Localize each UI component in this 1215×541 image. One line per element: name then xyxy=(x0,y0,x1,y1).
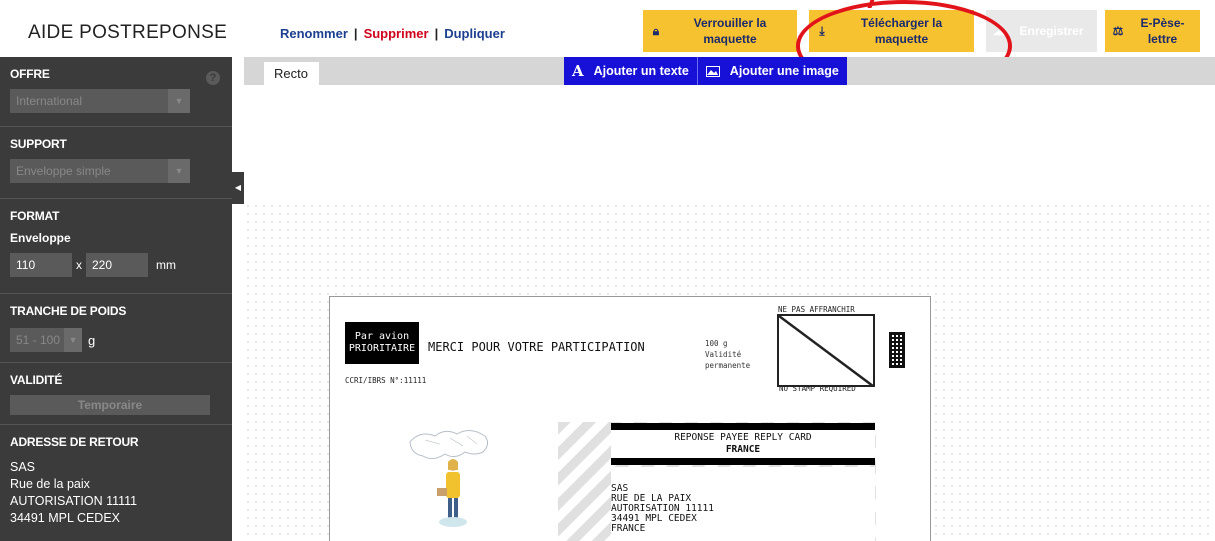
save-label: Enregistrer xyxy=(1019,24,1084,38)
image-icon xyxy=(705,65,720,77)
address-line: FRANCE xyxy=(611,523,646,534)
support-value: Enveloppe simple xyxy=(16,164,111,178)
height-input[interactable]: 220 xyxy=(86,253,148,277)
rename-link[interactable]: Renommer xyxy=(280,26,348,41)
text-icon: A xyxy=(572,62,584,80)
address-line: Rue de la paix xyxy=(10,477,90,491)
info-line: 100 g xyxy=(705,339,728,348)
format-section: FORMAT Enveloppe 110 x 220 mm xyxy=(0,199,232,294)
document-actions: Renommer | Supprimer | Dupliquer xyxy=(280,26,505,41)
chevron-down-icon: ▼ xyxy=(168,89,190,113)
editor-tab-bar: Recto A Ajouter un texte Ajouter une ima… xyxy=(244,57,1215,85)
weight-section: TRANCHE DE POIDS 51 - 100 ▼ g xyxy=(0,294,232,363)
no-stamp-box xyxy=(777,314,875,387)
no-stamp-bottom-text: NO STAMP REQUIRED xyxy=(779,384,856,393)
weight-value: 51 - 100 xyxy=(16,333,61,347)
reply-country: FRANCE xyxy=(725,444,761,455)
reply-bar-top xyxy=(611,423,875,430)
editor-toolbar: A Ajouter un texte Ajouter une image xyxy=(564,57,847,85)
offer-title: OFFRE xyxy=(10,67,50,81)
app-title: AIDE POSTREPONSE xyxy=(28,22,228,43)
validity-button[interactable]: Temporaire xyxy=(10,395,210,415)
card-message[interactable]: MERCI POUR VOTRE PARTICIPATION xyxy=(428,340,645,354)
diagonal-line-icon xyxy=(779,316,873,385)
address-line: AUTORISATION 11111 xyxy=(10,494,138,508)
add-text-button[interactable]: A Ajouter un texte xyxy=(564,57,697,85)
add-image-button[interactable]: Ajouter une image xyxy=(696,57,847,85)
no-stamp-top-text: NE PAS AFFRANCHIR xyxy=(778,305,855,314)
support-title: SUPPORT xyxy=(10,137,67,151)
add-text-label: Ajouter un texte xyxy=(593,64,689,78)
format-type: Enveloppe xyxy=(10,231,71,245)
reply-card-preview[interactable]: Par avion PRIORITAIRE MERCI POUR VOTRE P… xyxy=(329,296,931,541)
return-address-text: SAS Rue de la paix AUTORISATION 11111 34… xyxy=(10,459,222,527)
airmail-label: Par avion PRIORITAIRE xyxy=(345,322,419,364)
address-line: 34491 MPL CEDEX xyxy=(10,511,121,525)
app-root: AIDE POSTREPONSE Renommer | Supprimer | Dupl… xyxy=(0,0,1215,541)
settings-sidebar: OFFRE ? International ▼ SUPPORT Envelopp… xyxy=(0,57,232,541)
weight-row: 51 - 100 ▼ g xyxy=(10,328,222,352)
weight-validity-info: 100 g Validité permanente xyxy=(705,338,750,371)
validity-section: VALIDITÉ Temporaire xyxy=(0,363,232,425)
support-select[interactable]: Enveloppe simple ▼ xyxy=(10,159,190,183)
return-address-title: ADRESSE DE RETOUR xyxy=(10,435,139,449)
e-pese-lettre-button[interactable]: ⚖ E-Pèse-lettre xyxy=(1105,10,1200,52)
info-line: Validité xyxy=(705,350,742,359)
ccri-number: CCRI/IBRS N°:11111 xyxy=(345,376,427,385)
weight-select[interactable]: 51 - 100 ▼ xyxy=(10,328,82,352)
width-input[interactable]: 110 xyxy=(10,253,72,277)
support-section: SUPPORT Enveloppe simple ▼ xyxy=(0,127,232,199)
top-bar: AIDE POSTREPONSE Renommer | Supprimer | Dupl… xyxy=(0,0,1215,92)
lock-layout-label: Verrouiller la maquette xyxy=(693,16,767,46)
traveler-illustration-icon xyxy=(409,430,489,527)
dimensions-row: 110 x 220 mm xyxy=(10,253,222,277)
separator: | xyxy=(434,26,439,41)
offer-select[interactable]: International ▼ xyxy=(10,89,190,113)
tab-recto[interactable]: Recto xyxy=(264,62,319,85)
lock-layout-button[interactable]: 🔒︎ Verrouiller la maquette xyxy=(643,10,797,52)
collapse-sidebar-button[interactable]: ◀ xyxy=(232,172,244,204)
lock-icon: 🔒︎ xyxy=(652,23,660,38)
weight-title: TRANCHE DE POIDS xyxy=(10,304,127,318)
duplicate-link[interactable]: Dupliquer xyxy=(444,26,505,41)
image-glyph xyxy=(706,69,718,75)
chevron-down-icon: ▼ xyxy=(168,159,190,183)
recipient-address[interactable]: SAS RUE DE LA PAIX AUTORISATION 11111 34… xyxy=(611,467,875,541)
info-line: permanente xyxy=(705,361,751,370)
validity-title: VALIDITÉ xyxy=(10,373,63,387)
reply-title-block: REPONSE PAYEE REPLY CARD FRANCE xyxy=(611,430,875,458)
canvas-blank-area xyxy=(244,85,1215,202)
offer-value: International xyxy=(16,94,83,108)
times-sign: x xyxy=(76,258,82,272)
weight-unit: g xyxy=(88,332,96,348)
address-line: 34491 MPL CEDEX xyxy=(611,513,697,524)
reply-bar-bottom xyxy=(611,458,875,465)
airmail-line: Par avion xyxy=(354,331,410,342)
offer-section: OFFRE ? International ▼ xyxy=(0,57,232,127)
return-address-section: ADRESSE DE RETOUR SAS Rue de la paix AUT… xyxy=(0,425,232,537)
unit-label: mm xyxy=(156,258,176,272)
datamatrix-code xyxy=(889,332,905,368)
airmail-line: PRIORITAIRE xyxy=(348,343,416,354)
e-pese-lettre-label: E-Pèse-lettre xyxy=(1140,16,1185,46)
reply-title: REPONSE PAYEE REPLY CARD xyxy=(674,432,812,443)
help-icon[interactable]: ? xyxy=(206,71,220,85)
address-line: SAS xyxy=(10,460,36,474)
scale-icon: ⚖ xyxy=(1112,24,1124,38)
add-image-label: Ajouter une image xyxy=(729,64,839,78)
chevron-down-icon: ▼ xyxy=(64,328,82,352)
separator: | xyxy=(353,26,358,41)
format-title: FORMAT xyxy=(10,209,60,223)
illustration-image[interactable] xyxy=(405,422,495,532)
delete-link[interactable]: Supprimer xyxy=(364,26,429,41)
